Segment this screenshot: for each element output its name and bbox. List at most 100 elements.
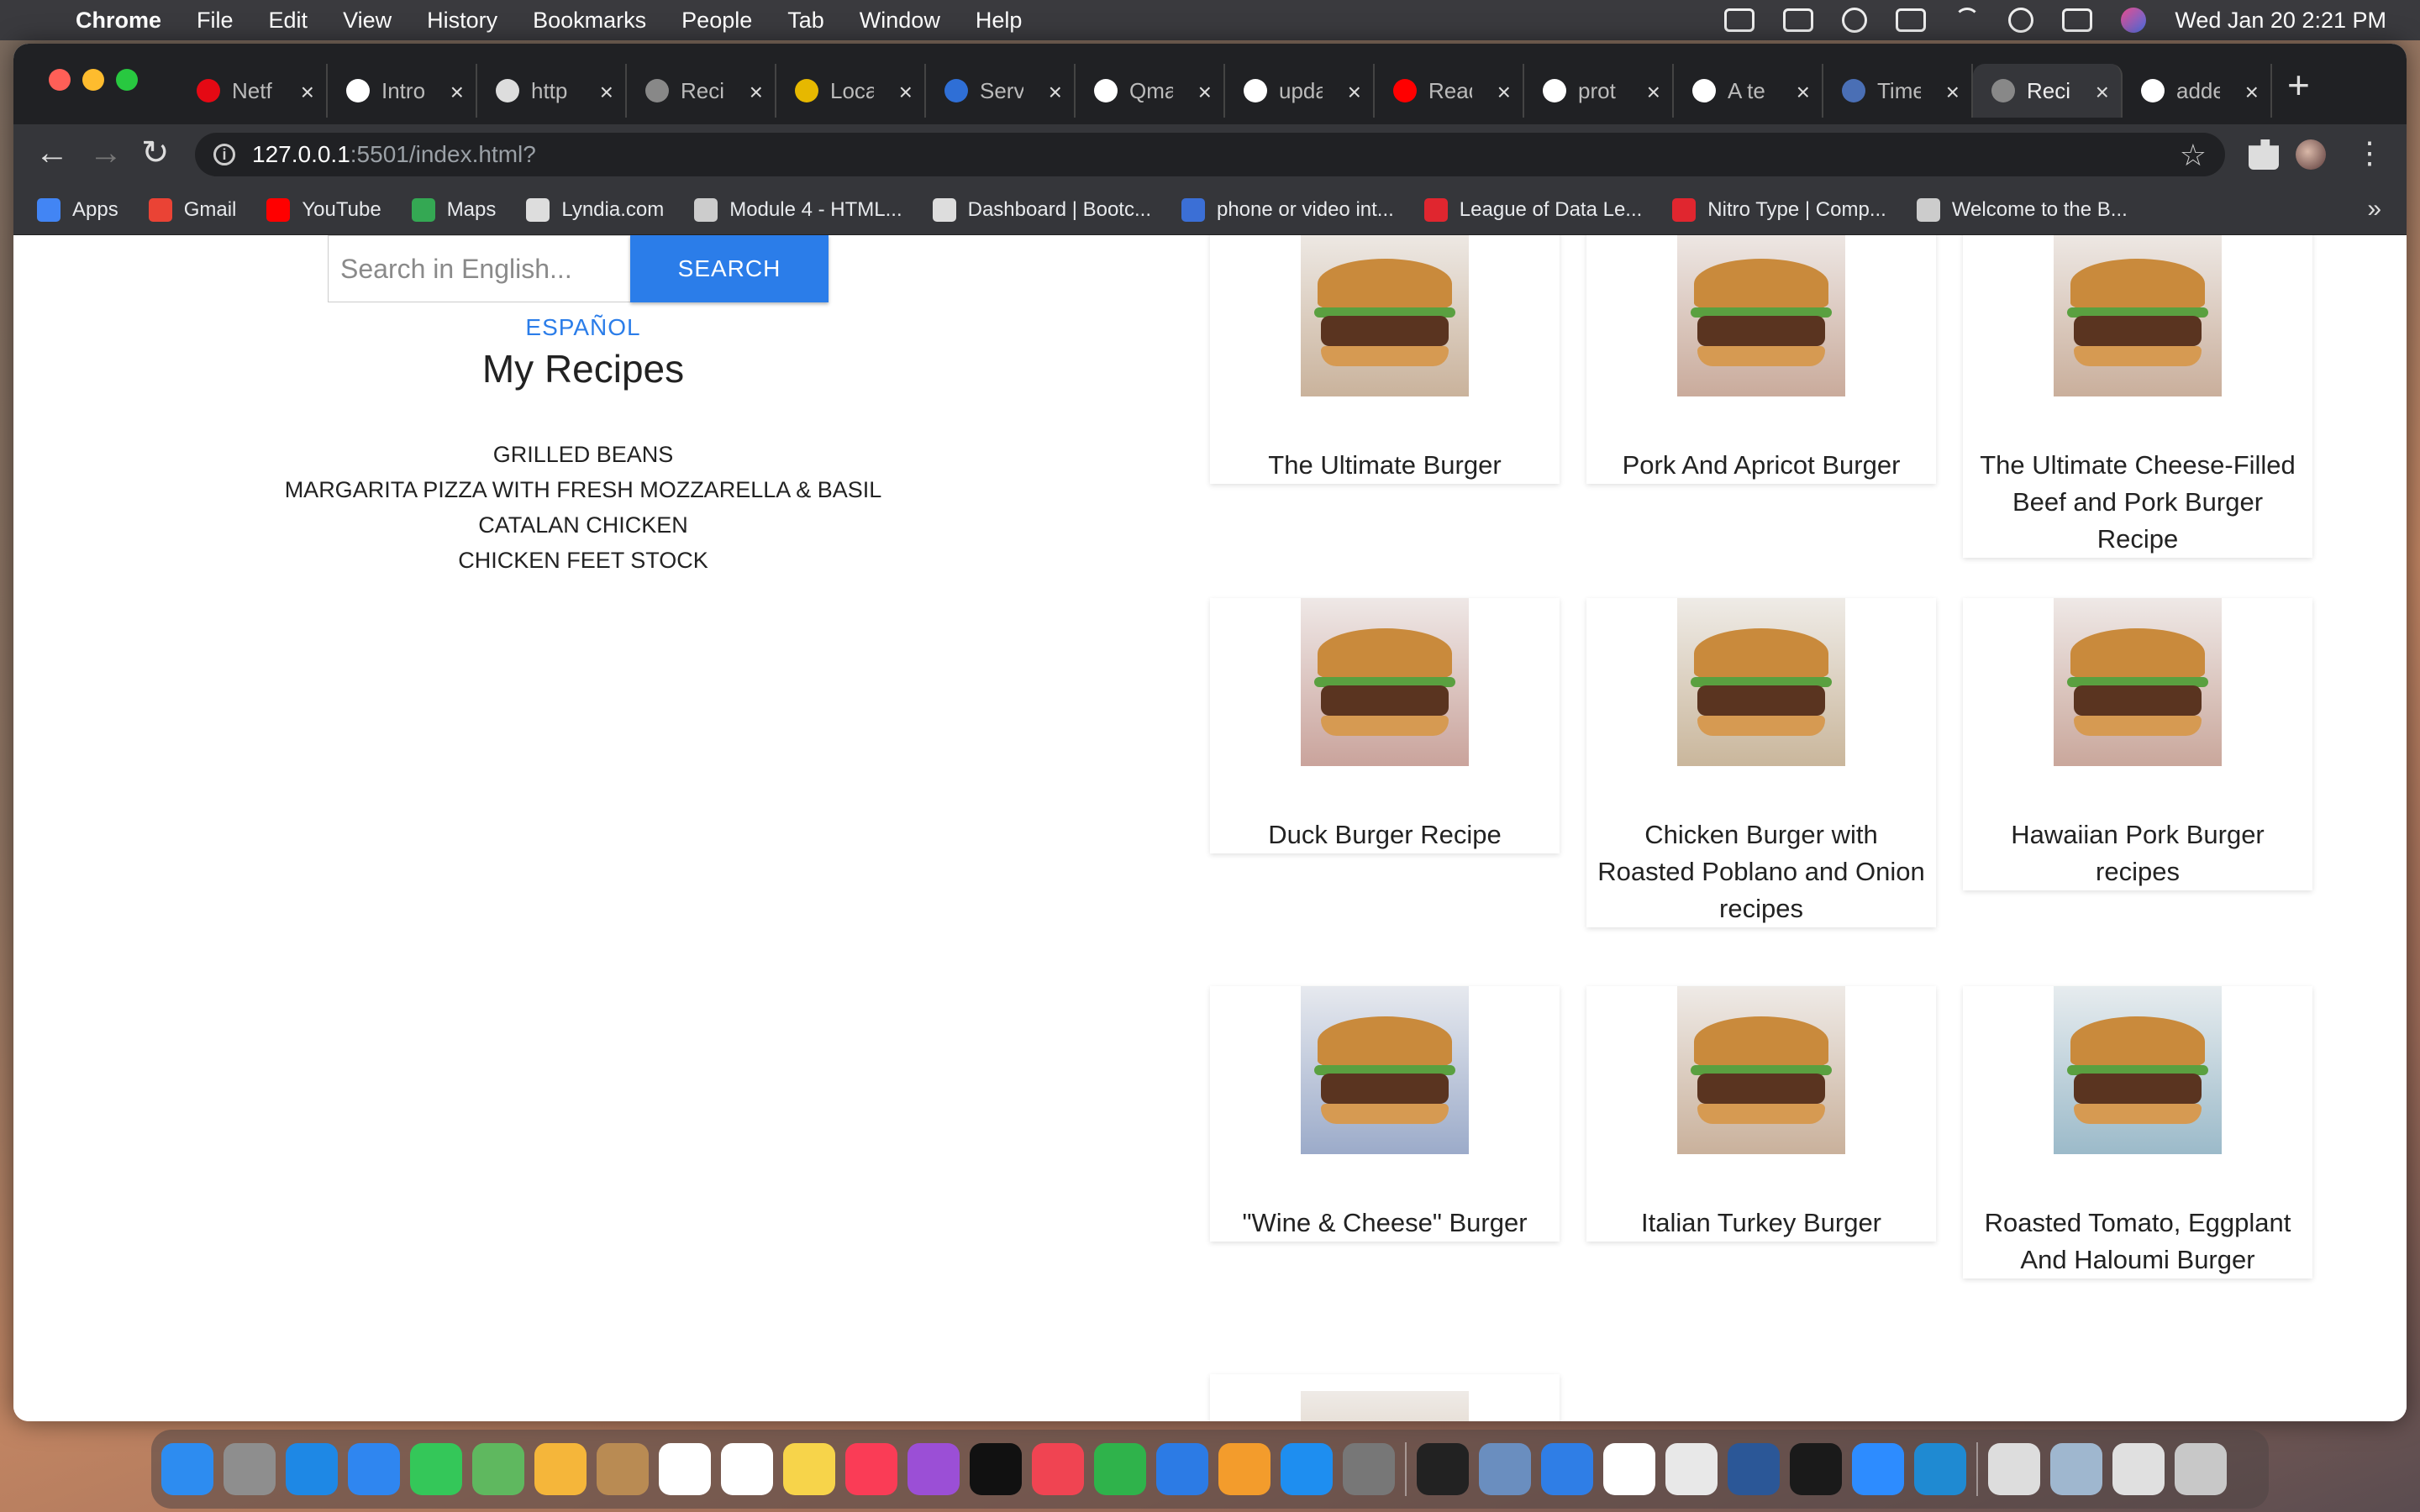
close-tab-icon[interactable]: × bbox=[1348, 79, 1361, 106]
extensions-puzzle-icon[interactable] bbox=[2249, 139, 2279, 170]
close-tab-icon[interactable]: × bbox=[1946, 79, 1960, 106]
tv-icon[interactable] bbox=[970, 1443, 1022, 1495]
recipe-card[interactable]: Roasted Tomato, Eggplant And Haloumi Bur… bbox=[1963, 986, 2312, 1278]
word-icon[interactable] bbox=[1728, 1443, 1780, 1495]
messages-icon[interactable] bbox=[410, 1443, 462, 1495]
browser-tab[interactable]: http × bbox=[477, 64, 627, 118]
close-tab-icon[interactable]: × bbox=[899, 79, 913, 106]
close-tab-icon[interactable]: × bbox=[1647, 79, 1660, 106]
bookmark-item[interactable]: Gmail bbox=[148, 197, 236, 222]
zoom-window-button[interactable] bbox=[116, 69, 138, 91]
finder-icon[interactable] bbox=[161, 1443, 213, 1495]
browser-tab[interactable]: Qma × bbox=[1076, 64, 1225, 118]
recipe-card[interactable] bbox=[1210, 1374, 1560, 1421]
close-tab-icon[interactable]: × bbox=[2245, 79, 2259, 106]
browser-tab[interactable]: prot × bbox=[1524, 64, 1674, 118]
recipe-card[interactable]: Hawaiian Pork Burger recipes bbox=[1963, 598, 2312, 890]
menu-edit[interactable]: Edit bbox=[269, 8, 308, 34]
bookmark-item[interactable]: Maps bbox=[411, 197, 496, 222]
screenshot-icon[interactable] bbox=[2050, 1443, 2102, 1495]
language-toggle-link[interactable]: ESPAÑOL bbox=[13, 314, 1153, 341]
zoom-icon[interactable] bbox=[1852, 1443, 1904, 1495]
browser-tab[interactable]: Reci × bbox=[1973, 64, 2123, 118]
news-icon[interactable] bbox=[1032, 1443, 1084, 1495]
photos-icon[interactable] bbox=[534, 1443, 587, 1495]
close-tab-icon[interactable]: × bbox=[600, 79, 613, 106]
browser-tab[interactable]: Time × bbox=[1823, 64, 1973, 118]
bookmark-item[interactable]: Dashboard | Bootc... bbox=[932, 197, 1151, 222]
forward-button[interactable]: → bbox=[89, 136, 123, 170]
slack-icon[interactable] bbox=[1603, 1443, 1655, 1495]
calendar-icon[interactable] bbox=[659, 1443, 711, 1495]
documents-folder-icon[interactable] bbox=[2112, 1443, 2165, 1495]
bookmark-item[interactable]: Lyndia.com bbox=[526, 197, 664, 222]
bookmark-item[interactable]: YouTube bbox=[266, 197, 381, 222]
control-center-icon[interactable] bbox=[2062, 8, 2093, 32]
siri-icon[interactable] bbox=[2121, 8, 2147, 33]
contacts-icon[interactable] bbox=[597, 1443, 649, 1495]
recipe-card[interactable]: The Ultimate Burger bbox=[1210, 235, 1560, 484]
menu-bookmarks[interactable]: Bookmarks bbox=[533, 8, 646, 34]
close-tab-icon[interactable]: × bbox=[1049, 79, 1062, 106]
bookmark-item[interactable]: Nitro Type | Comp... bbox=[1672, 197, 1886, 222]
menu-file[interactable]: File bbox=[197, 8, 234, 34]
recipe-card[interactable]: The Ultimate Cheese-Filled Beef and Pork… bbox=[1963, 235, 2312, 558]
browser-tab[interactable]: Serv × bbox=[926, 64, 1076, 118]
notes-icon[interactable] bbox=[783, 1443, 835, 1495]
browser-tab[interactable]: upda × bbox=[1225, 64, 1375, 118]
browser-tab[interactable]: Loca × bbox=[776, 64, 926, 118]
app-store-icon[interactable] bbox=[1281, 1443, 1333, 1495]
menu-view[interactable]: View bbox=[343, 8, 392, 34]
browser-tab[interactable]: Reci × bbox=[627, 64, 776, 118]
launchpad-icon[interactable] bbox=[224, 1443, 276, 1495]
menu-people[interactable]: People bbox=[681, 8, 752, 34]
numbers-icon[interactable] bbox=[1094, 1443, 1146, 1495]
menu-window[interactable]: Window bbox=[860, 8, 940, 34]
saved-recipe-item[interactable]: CHICKEN FEET STOCK bbox=[13, 543, 1153, 578]
search-input[interactable] bbox=[328, 235, 630, 302]
menu-app-name[interactable]: Chrome bbox=[76, 8, 161, 34]
battery-icon[interactable] bbox=[1896, 8, 1927, 32]
recipe-card[interactable]: Italian Turkey Burger bbox=[1586, 986, 1936, 1242]
menu-tab[interactable]: Tab bbox=[787, 8, 824, 34]
saved-recipe-item[interactable]: MARGARITA PIZZA WITH FRESH MOZZARELLA & … bbox=[13, 472, 1153, 507]
bookmark-item[interactable]: Apps bbox=[37, 197, 118, 222]
trash-icon[interactable] bbox=[2175, 1443, 2227, 1495]
terminal-icon[interactable] bbox=[1417, 1443, 1469, 1495]
xcode-icon[interactable] bbox=[1541, 1443, 1593, 1495]
system-preferences-icon[interactable] bbox=[1343, 1443, 1395, 1495]
bookmark-item[interactable]: Welcome to the B... bbox=[1916, 197, 2128, 222]
wifi-icon[interactable] bbox=[1954, 8, 1981, 33]
play-icon[interactable] bbox=[1842, 8, 1868, 33]
bookmark-star-icon[interactable]: ☆ bbox=[2180, 138, 2207, 173]
new-tab-button[interactable]: + bbox=[2287, 62, 2310, 108]
back-button[interactable]: ← bbox=[35, 136, 69, 170]
preview-icon[interactable] bbox=[1479, 1443, 1531, 1495]
close-tab-icon[interactable]: × bbox=[2096, 79, 2109, 106]
spotlight-search-icon[interactable] bbox=[2008, 8, 2034, 33]
chrome-icon[interactable] bbox=[1665, 1443, 1718, 1495]
close-tab-icon[interactable]: × bbox=[1198, 79, 1212, 106]
close-tab-icon[interactable]: × bbox=[1497, 79, 1511, 106]
site-info-icon[interactable]: i bbox=[213, 144, 235, 165]
menu-history[interactable]: History bbox=[427, 8, 497, 34]
bookmark-item[interactable]: League of Data Le... bbox=[1423, 197, 1642, 222]
reminders-icon[interactable] bbox=[721, 1443, 773, 1495]
keynote-icon[interactable] bbox=[1156, 1443, 1208, 1495]
menu-datetime[interactable]: Wed Jan 20 2:21 PM bbox=[2175, 8, 2386, 34]
downloads-folder-icon[interactable] bbox=[1988, 1443, 2040, 1495]
browser-tab[interactable]: Read × bbox=[1375, 64, 1524, 118]
profile-avatar[interactable] bbox=[2296, 139, 2326, 170]
browser-tab[interactable]: A te × bbox=[1674, 64, 1823, 118]
activity-monitor-icon[interactable] bbox=[1790, 1443, 1842, 1495]
close-window-button[interactable] bbox=[49, 69, 71, 91]
menu-help[interactable]: Help bbox=[976, 8, 1023, 34]
vscode-icon[interactable] bbox=[1914, 1443, 1966, 1495]
keyboard-icon[interactable] bbox=[1783, 8, 1814, 32]
bookmark-item[interactable]: Module 4 - HTML... bbox=[694, 197, 902, 222]
mail-icon[interactable] bbox=[348, 1443, 400, 1495]
browser-tab[interactable]: adde × bbox=[2123, 64, 2272, 118]
browser-tab[interactable]: Intro × bbox=[328, 64, 477, 118]
search-button[interactable]: SEARCH bbox=[630, 235, 829, 302]
close-tab-icon[interactable]: × bbox=[750, 79, 763, 106]
